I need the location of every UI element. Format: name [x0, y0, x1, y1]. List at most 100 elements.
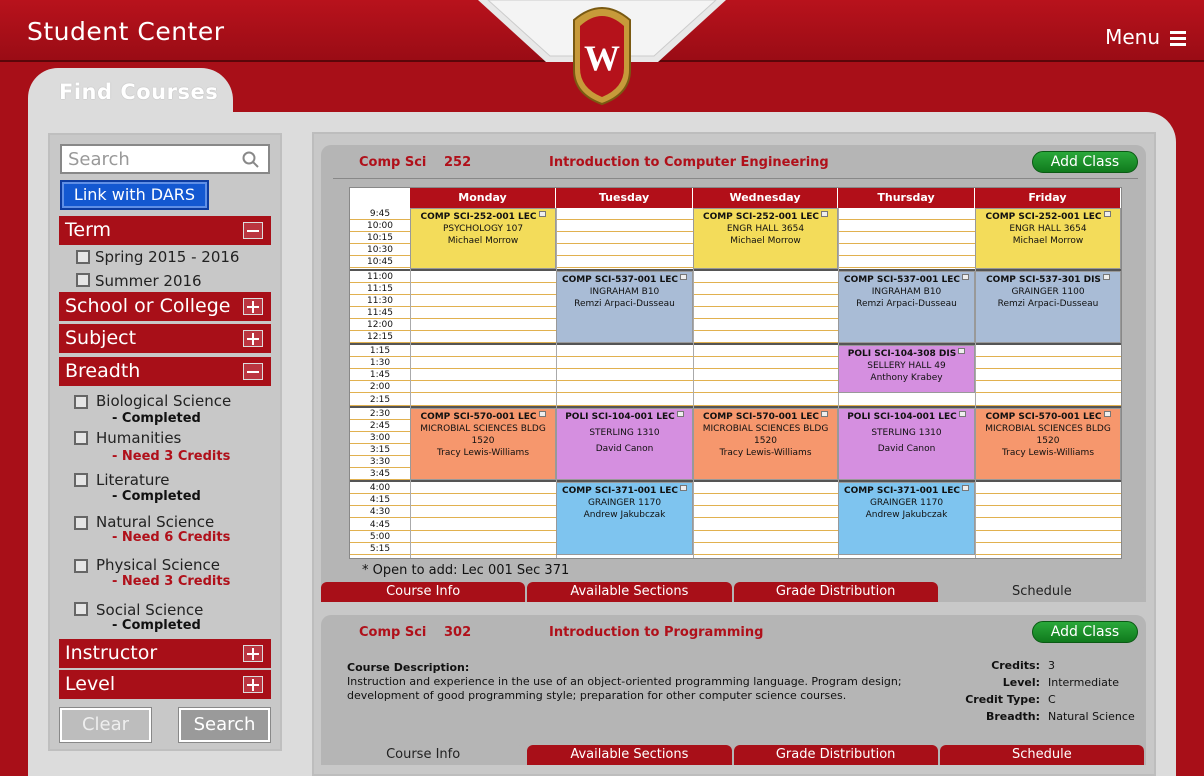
expand-icon[interactable] — [243, 676, 263, 693]
tab-available-sections[interactable]: Available Sections — [527, 582, 732, 602]
breadth-checkbox-humanities[interactable] — [74, 431, 88, 445]
class-block[interactable]: COMP SCI-371-001 LEC GRAINGER 1170 Andrew … — [556, 482, 693, 555]
class-detail: Michael Morrow — [447, 236, 519, 246]
class-block[interactable]: COMP SCI-537-001 LEC INGRAHAM B10 Remzi Ar… — [838, 270, 975, 344]
breadth-status-literature: - Completed — [112, 489, 201, 504]
class-section: COMP SCI-252-001 LEC — [985, 212, 1102, 222]
class-block[interactable]: COMP SCI-252-001 LEC ENGR HALL 3654 Michae… — [975, 208, 1121, 269]
class-detail: Michael Morrow — [1012, 236, 1084, 246]
breadth-item-natural: Natural Science — [96, 513, 215, 531]
term-option-summer: Summer 2016 — [95, 272, 202, 290]
class-block[interactable]: COMP SCI-570-001 LEC MICROBIAL SCIENCES B… — [975, 407, 1121, 481]
app-title: Student Center — [27, 17, 225, 46]
add-class-button[interactable]: Add Class — [1032, 151, 1138, 173]
class-detail: David Canon — [595, 443, 654, 454]
expand-icon[interactable] — [243, 330, 263, 347]
expand-icon[interactable] — [243, 645, 263, 662]
tab-grade-distribution[interactable]: Grade Distribution — [733, 582, 938, 602]
class-detail: INGRAHAM B10 — [589, 286, 660, 297]
breadth-checkbox-natural[interactable] — [74, 516, 88, 530]
term-checkbox-spring[interactable] — [76, 250, 90, 264]
class-section: COMP SCI-371-001 LEC — [561, 486, 679, 497]
search-button[interactable]: Search — [179, 708, 270, 742]
lock-icon — [821, 211, 829, 217]
breadth-status-natural: - Need 6 Credits — [112, 530, 231, 545]
breadth-label: Breadth — [65, 360, 141, 382]
class-detail: GRAINGER 1170 — [869, 498, 944, 509]
breadth-checkbox-physical[interactable] — [74, 559, 88, 573]
tab-schedule[interactable]: Schedule — [939, 582, 1144, 602]
subject-header[interactable]: Subject — [59, 324, 271, 353]
menu-label: Menu — [1105, 25, 1160, 49]
term-header[interactable]: Term — [59, 216, 271, 245]
level-value: Intermediate — [1048, 676, 1119, 689]
breadth-header[interactable]: Breadth — [59, 357, 271, 386]
level-row: Level: Intermediate — [956, 676, 1119, 689]
class-detail: SELLERY HALL 49 — [867, 361, 946, 372]
class-block[interactable]: POLI SCI-104-001 LEC STERLING 1310 David… — [556, 407, 693, 481]
breadth-checkbox-biological[interactable] — [74, 395, 88, 409]
term-option-spring: Spring 2015 - 2016 — [95, 248, 240, 266]
class-detail: 1520 — [1036, 435, 1060, 446]
lock-icon — [1103, 410, 1111, 417]
breadth-checkbox-literature[interactable] — [74, 473, 88, 487]
menu-button[interactable]: Menu — [1105, 25, 1186, 49]
tab-course-info[interactable]: Course Info — [321, 582, 526, 602]
description-line-2: development of good programming style; p… — [347, 689, 847, 702]
find-courses-label: Find Courses — [59, 80, 219, 104]
breadth-status-physical: - Need 3 Credits — [112, 574, 231, 589]
tab-schedule[interactable]: Schedule — [939, 745, 1144, 765]
svg-text:W: W — [584, 38, 620, 78]
time-label: 2:00 — [369, 382, 391, 393]
instructor-header[interactable]: Instructor — [59, 639, 271, 668]
breadth-checkbox-social[interactable] — [74, 602, 88, 616]
subject-label: Subject — [65, 327, 137, 349]
time-row — [350, 381, 1121, 394]
class-block[interactable]: COMP SCI-537-301 DIS GRAINGER 1100 Remzi A… — [975, 270, 1121, 344]
clear-button[interactable]: Clear — [60, 708, 151, 742]
description-line-1: Instruction and experience in the use of… — [347, 675, 902, 688]
lock-icon — [821, 410, 829, 417]
time-row — [350, 519, 1121, 531]
class-block[interactable]: COMP SCI-570-001 LEC MICROBIAL SCIENCES B… — [410, 407, 556, 481]
search-icon[interactable] — [242, 151, 260, 169]
class-block[interactable]: COMP SCI-371-001 LEC GRAINGER 1170 Andrew … — [838, 482, 975, 555]
breadth-item-physical: Physical Science — [96, 556, 220, 574]
time-label: 2:45 — [369, 420, 391, 431]
term-checkbox-summer[interactable] — [76, 273, 90, 287]
class-detail: MICROBIAL SCIENCES BLDG — [702, 423, 829, 434]
class-block[interactable]: POLI SCI-104-001 LEC STERLING 1310 David… — [838, 407, 975, 481]
school-header[interactable]: School or College — [59, 292, 271, 321]
tab-available-sections[interactable]: Available Sections — [527, 745, 732, 765]
time-label: 11:45 — [367, 307, 393, 318]
add-class-button[interactable]: Add Class — [1032, 621, 1138, 643]
class-section: COMP SCI-537-001 LEC — [843, 274, 961, 285]
class-block[interactable]: COMP SCI-570-001 LEC MICROBIAL SCIENCES B… — [693, 407, 838, 481]
lock-icon — [538, 211, 546, 217]
class-detail: MICROBIAL SCIENCES BLDG — [985, 423, 1111, 434]
class-detail: ENGR HALL 3654 — [1009, 224, 1087, 234]
search-input[interactable]: Search — [60, 144, 270, 174]
collapse-icon[interactable] — [243, 363, 263, 380]
lock-icon — [676, 410, 684, 417]
time-label: 2:30 — [369, 408, 391, 419]
class-detail: Tracy Lewis-Williams — [719, 447, 812, 458]
time-row — [350, 369, 1121, 382]
tab-course-info[interactable]: Course Info — [321, 745, 526, 765]
class-block[interactable]: COMP SCI-252-001 LEC ENGR HALL 3654 Michae… — [693, 208, 838, 269]
link-dars-button[interactable]: Link with DARS — [60, 180, 209, 210]
level-header[interactable]: Level — [59, 670, 271, 699]
time-label: 12:00 — [367, 319, 393, 330]
collapse-icon[interactable] — [243, 222, 263, 239]
time-break — [350, 343, 1121, 346]
class-detail: Remzi Arpaci-Dusseau — [997, 298, 1099, 309]
expand-icon[interactable] — [243, 298, 263, 315]
class-section: POLI SCI-104-001 LEC — [847, 411, 957, 422]
tab-grade-distribution[interactable]: Grade Distribution — [733, 745, 938, 765]
uw-crest-logo: W — [573, 7, 631, 106]
class-block[interactable]: POLI SCI-104-308 DIS SELLERY HALL 49 Antho… — [838, 345, 975, 394]
class-block[interactable]: COMP SCI-252-001 LEC PSYCHOLOGY 107 Michae… — [410, 208, 556, 269]
class-block[interactable]: COMP SCI-537-001 LEC INGRAHAM B10 Remzi Ar… — [556, 270, 693, 344]
time-label: 5:00 — [369, 531, 391, 542]
breadth-item-social: Social Science — [96, 601, 204, 619]
